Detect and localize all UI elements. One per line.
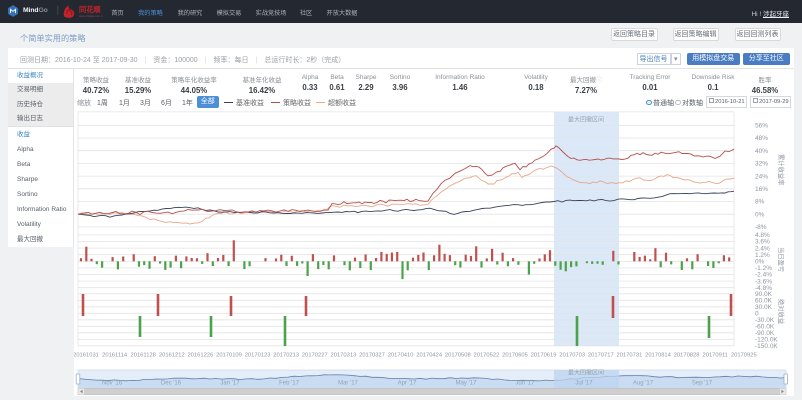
- svg-text:0%: 0%: [755, 211, 765, 218]
- svg-text:Sep '17: Sep '17: [692, 381, 713, 387]
- svg-text:40%: 40%: [755, 148, 768, 155]
- svg-text:56%: 56%: [755, 123, 768, 130]
- svg-text:20170123: 20170123: [245, 353, 271, 359]
- svg-text:20170703: 20170703: [559, 353, 585, 359]
- svg-text:20170605: 20170605: [502, 353, 528, 359]
- svg-text:20170109: 20170109: [216, 353, 242, 359]
- svg-text:Aug '17: Aug '17: [633, 381, 654, 387]
- svg-text:Jan '17: Jan '17: [220, 381, 240, 387]
- svg-text:32%: 32%: [755, 161, 768, 168]
- svg-text:20161212: 20161212: [159, 353, 185, 359]
- svg-text:最大回撤区间: 最大回撤区间: [568, 116, 604, 124]
- svg-text:20161128: 20161128: [131, 353, 156, 359]
- svg-text:累计收益率: 累计收益率: [777, 154, 786, 185]
- svg-text:-8%: -8%: [755, 224, 767, 231]
- svg-text:20170227: 20170227: [302, 353, 328, 359]
- svg-text:20170410: 20170410: [388, 353, 414, 359]
- svg-text:Nov '16: Nov '16: [102, 381, 123, 387]
- svg-text:May '17: May '17: [456, 381, 477, 387]
- svg-text:20170313: 20170313: [331, 353, 357, 359]
- svg-text:20170925: 20170925: [731, 353, 757, 359]
- svg-text:Dec '16: Dec '16: [161, 381, 182, 387]
- svg-text:20170619: 20170619: [531, 353, 557, 359]
- svg-text:20170717: 20170717: [588, 353, 614, 359]
- svg-text:24%: 24%: [755, 173, 768, 180]
- svg-text:20170424: 20170424: [416, 353, 443, 359]
- svg-text:20170522: 20170522: [474, 353, 500, 359]
- svg-text:Feb '17: Feb '17: [279, 381, 299, 387]
- svg-text:当日盈亏: 当日盈亏: [777, 247, 786, 272]
- svg-text:20170911: 20170911: [703, 353, 728, 359]
- svg-text:20170828: 20170828: [674, 353, 700, 359]
- svg-text:20170327: 20170327: [359, 353, 385, 359]
- svg-text:Mar '17: Mar '17: [338, 381, 358, 387]
- svg-text:20161226: 20161226: [188, 353, 214, 359]
- svg-text:16%: 16%: [755, 186, 768, 193]
- svg-text:20170814: 20170814: [645, 353, 672, 359]
- svg-text:48%: 48%: [755, 135, 768, 142]
- svg-text:20170508: 20170508: [445, 353, 471, 359]
- svg-text:20170213: 20170213: [273, 353, 299, 359]
- svg-text:-150.0K: -150.0K: [755, 343, 778, 350]
- svg-text:20161031: 20161031: [74, 353, 99, 359]
- svg-text:20161114: 20161114: [102, 353, 128, 359]
- svg-text:最大回撤区间: 最大回撤区间: [568, 369, 604, 377]
- svg-text:绝对收益: 绝对收益: [777, 299, 786, 325]
- svg-text:Apr '17: Apr '17: [398, 381, 417, 387]
- svg-text:20170731: 20170731: [617, 353, 643, 359]
- svg-text:Jun '17: Jun '17: [515, 381, 535, 387]
- svg-text:Jul '17: Jul '17: [575, 381, 593, 387]
- svg-text:8%: 8%: [755, 199, 765, 206]
